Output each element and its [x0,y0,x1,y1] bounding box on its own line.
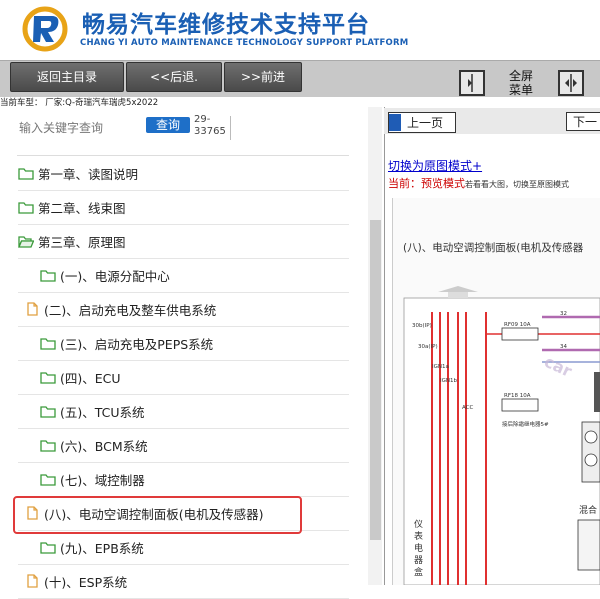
tree-item[interactable]: (九)、EPB系统 [40,530,144,564]
document-icon [24,574,44,588]
expand-icon [565,74,577,92]
arrow-up-shape [438,286,478,292]
tree-item-label: 第一章、读图说明 [38,166,139,182]
tree-item-label: (四)、ECU [60,370,121,386]
connector-block [594,372,600,412]
side-label: 混合 [579,504,597,516]
diagram-label: 接后除霜继电器5# [502,420,549,428]
diagram-label: 34 [560,344,567,350]
tree-item[interactable]: (一)、电源分配中心 [40,258,170,292]
tree-item[interactable]: (七)、域控制器 [40,462,145,496]
next-page-button[interactable]: 下一 [566,112,600,131]
diagram-label: ACC [462,405,474,411]
app-logo [22,6,68,52]
tree-item[interactable]: 第三章、原理图 [18,224,126,258]
tree-item[interactable]: 第一章、读图说明 [18,156,138,190]
document-icon [24,302,44,316]
diagram-label: IGN1a [432,364,449,370]
folder-open-icon [18,234,38,248]
current-tip: 若看看大图，切换至原图模式 [465,180,569,189]
folder-icon [18,166,38,180]
arrow-left-icon [389,114,401,131]
current-mode: 预览模式 [421,177,465,190]
folder-icon [40,370,60,384]
search-button[interactable]: 查询 [146,117,190,133]
tree-item-label: (六)、BCM系统 [60,438,148,454]
fuse-box-outline [403,297,600,585]
collapse-panel-button[interactable] [459,70,485,96]
tree-item-label: (二)、启动充电及整车供电系统 [44,302,217,318]
side-component-box [577,519,600,571]
current-mode-line: 当前：预览模式若看看大图，切换至原图模式 [388,175,569,191]
panel-toggle-icon [468,74,473,92]
folder-icon [18,200,38,214]
tree-item-label: (三)、启动充电及PEPS系统 [60,336,214,352]
tree-item[interactable]: (五)、TCU系统 [40,394,145,428]
arrow-base [448,292,468,298]
folder-icon [40,404,60,418]
search-divider [230,116,231,140]
relay-symbol [584,430,598,444]
search-input[interactable]: 输入关键字查询 [19,119,103,136]
relay-symbol-2 [584,453,598,467]
fuse-rf18 [501,398,539,412]
forward-button[interactable]: >>前进 [224,62,302,92]
tree-item[interactable]: (十)、ESP系统 [24,564,127,598]
back-button[interactable]: <<后退. [126,62,222,92]
home-button[interactable]: 返回主目录 [10,62,124,92]
tree-item-label: (九)、EPB系统 [60,540,144,556]
scrollbar-thumb[interactable] [370,220,381,540]
tree-item-label: 第二章、线束图 [38,200,126,216]
folder-icon [40,540,60,554]
diagram-label: 30b(IP) [412,323,432,329]
fullscreen-button[interactable] [558,70,584,96]
diagram-label: IGN1b [440,378,457,384]
app-subtitle: CHANG YI AUTO MAINTENANCE TECHNOLOGY SUP… [80,38,409,48]
tree-item[interactable]: 第二章、线束图 [18,190,126,224]
wiring-diagram: 30b(IP) 30a(IP) IGN1a IGN1b ACC RF09 10A RF18 … [403,286,600,585]
tree-item[interactable]: (四)、ECU [40,360,121,394]
folder-icon [40,472,60,486]
fuse-rf09 [501,327,539,341]
folder-icon [40,336,60,350]
tree-item[interactable]: (二)、启动充电及整车供电系统 [24,292,216,326]
fuse-box-vertical-label: 仪表电器盒 [414,519,423,578]
app-title: 畅易汽车维修技术支持平台 [82,12,370,38]
current-label: 当前： [388,177,421,190]
highlight-box [13,496,302,534]
diagram-label: RF09 10A [504,322,531,328]
tree-item[interactable]: (六)、BCM系统 [40,428,148,462]
tree-item-label: 第三章、原理图 [38,234,126,250]
tree-item-label: (十)、ESP系统 [44,574,128,590]
folder-icon [40,438,60,452]
prev-page-button[interactable]: 上一页 [388,112,456,133]
folder-icon [40,268,60,282]
tree-item-label: (七)、域控制器 [60,472,145,488]
tree-item[interactable]: (三)、启动充电及PEPS系统 [40,326,213,360]
diagram-title: (八)、电动空调控制面板(电机及传感器 [403,242,584,254]
tree-item-label: (五)、TCU系统 [60,404,145,420]
fullscreen-menu-label[interactable]: 全屏菜单 [506,69,536,97]
switch-original-mode-link[interactable]: 切换为原图模式+ [388,157,482,174]
diagram-label: RF18 10A [504,393,531,399]
prev-page-label: 上一页 [407,116,444,130]
tree-item-label: (一)、电源分配中心 [60,268,170,284]
search-result-count: 29-33765 [194,114,226,137]
diagram-label: 32 [560,311,567,317]
diagram-label: 30a(IP) [418,344,438,350]
